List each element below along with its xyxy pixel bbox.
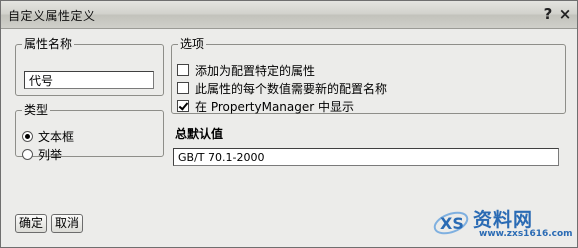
help-icon[interactable]: ? bbox=[541, 5, 555, 23]
watermark-text: 资料网 bbox=[473, 209, 534, 231]
title-bar[interactable]: 自定义属性定义 ? × bbox=[1, 1, 577, 29]
property-name-legend: 属性名称 bbox=[24, 37, 73, 51]
property-name-group: 属性名称 bbox=[15, 38, 164, 96]
type-legend: 类型 bbox=[24, 103, 49, 117]
watermark-url: www.zxs1616.com bbox=[479, 229, 573, 239]
close-icon[interactable]: × bbox=[558, 5, 572, 23]
radio-textbox[interactable]: 文本框 bbox=[22, 128, 74, 144]
option-new-config-name-label: 此属性的每个数值需要新的配置名称 bbox=[195, 81, 388, 96]
cancel-button[interactable]: 取消 bbox=[51, 214, 83, 233]
property-name-input[interactable] bbox=[24, 71, 154, 89]
radio-list[interactable]: 列举 bbox=[22, 146, 62, 162]
radio-list-indicator[interactable] bbox=[22, 148, 33, 160]
radio-textbox-label: 文本框 bbox=[38, 129, 75, 144]
option-config-specific-checkbox[interactable] bbox=[177, 64, 189, 76]
dialog-title: 自定义属性定义 bbox=[8, 9, 96, 23]
radio-textbox-indicator[interactable] bbox=[22, 130, 33, 142]
dialog-window: 自定义属性定义 ? × 属性名称 类型 文本框 列举 选项 添加为配置特定的属性… bbox=[0, 0, 578, 248]
options-legend: 选项 bbox=[180, 37, 205, 51]
type-group: 类型 文本框 列举 bbox=[15, 103, 164, 162]
watermark: XS 资料网 www.zxs1616.com bbox=[431, 205, 573, 243]
option-show-in-propertymanager-checkbox[interactable] bbox=[177, 100, 189, 112]
option-show-in-propertymanager[interactable]: 在 PropertyManager 中显示 bbox=[177, 98, 354, 114]
ok-button[interactable]: 确定 bbox=[15, 214, 47, 233]
default-value-label: 总默认值 bbox=[175, 127, 224, 141]
default-value-input[interactable] bbox=[173, 148, 559, 166]
option-config-specific[interactable]: 添加为配置特定的属性 bbox=[177, 62, 315, 78]
option-show-in-propertymanager-label: 在 PropertyManager 中显示 bbox=[195, 99, 355, 114]
radio-list-label: 列举 bbox=[38, 147, 63, 162]
options-group: 选项 添加为配置特定的属性 此属性的每个数值需要新的配置名称 在 Propert… bbox=[171, 38, 566, 114]
option-config-specific-label: 添加为配置特定的属性 bbox=[195, 63, 316, 78]
option-new-config-name-checkbox[interactable] bbox=[177, 82, 189, 94]
watermark-logo-icon: XS bbox=[433, 211, 469, 235]
option-new-config-name[interactable]: 此属性的每个数值需要新的配置名称 bbox=[177, 80, 387, 96]
watermark-logo-text: XS bbox=[440, 214, 464, 233]
